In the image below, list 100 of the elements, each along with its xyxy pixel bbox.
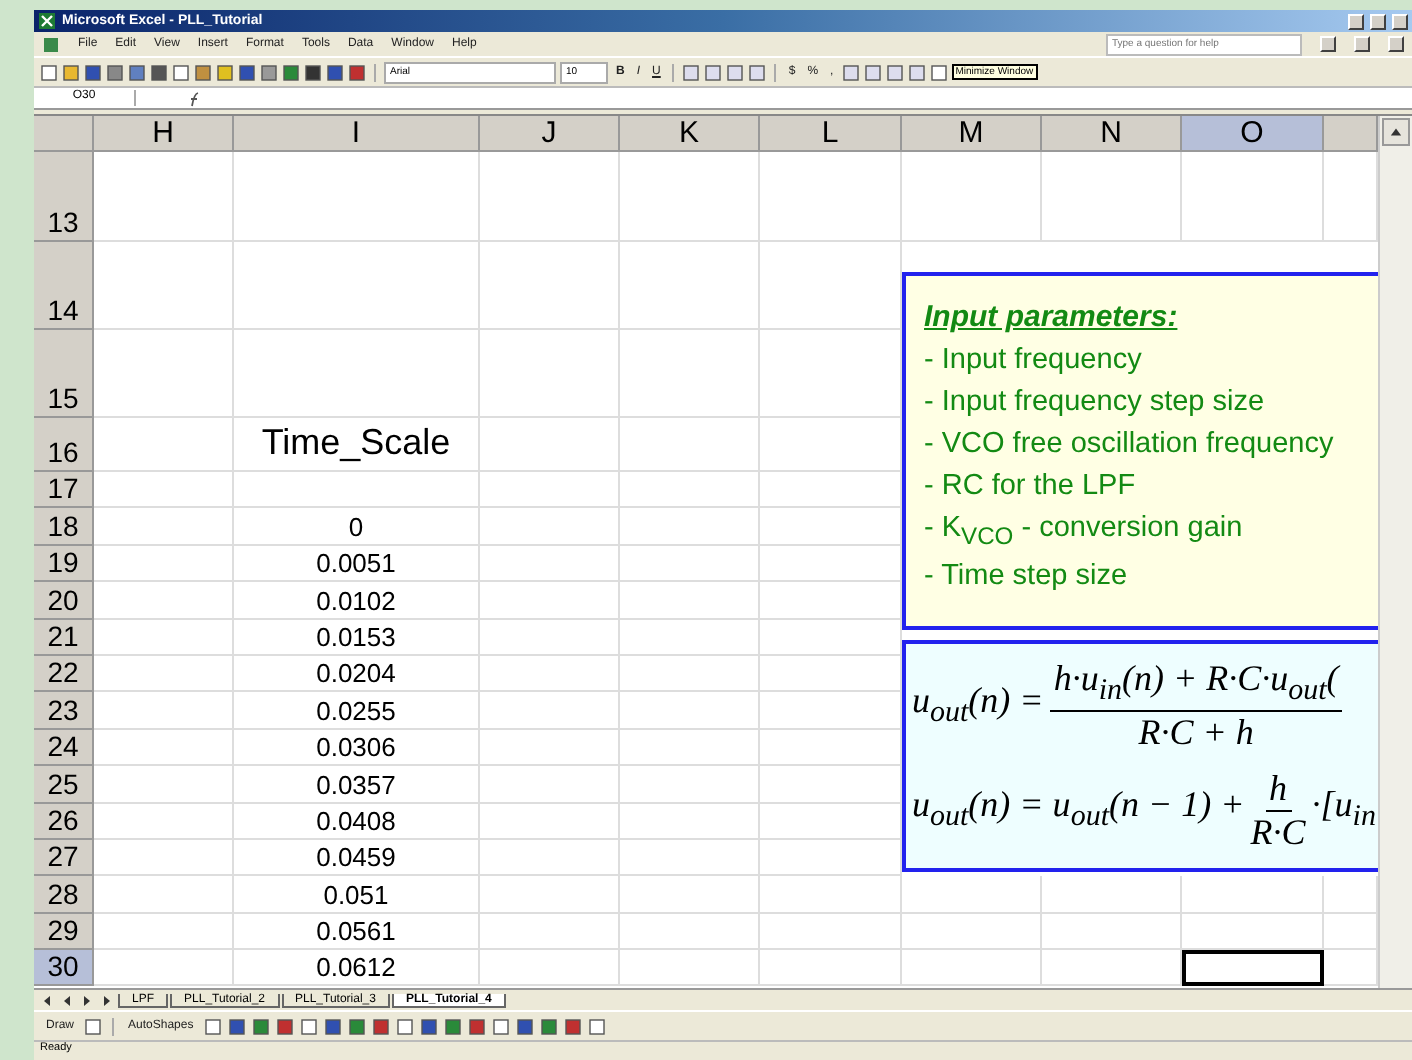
table-cell[interactable] — [94, 950, 234, 987]
table-cell[interactable] — [760, 913, 902, 951]
table-cell[interactable] — [234, 242, 480, 330]
table-cell[interactable] — [620, 619, 760, 656]
table-cell[interactable] — [480, 766, 620, 804]
table-cell[interactable] — [1042, 950, 1182, 987]
restore-button[interactable] — [1354, 36, 1370, 52]
decrease-decimal-icon[interactable] — [863, 63, 882, 81]
row-header[interactable]: 27 — [34, 839, 94, 877]
table-cell[interactable] — [94, 876, 234, 914]
table-cell[interactable] — [480, 545, 620, 583]
table-cell[interactable]: 0.0561 — [234, 913, 480, 951]
row-header[interactable]: 17 — [34, 472, 94, 509]
table-cell[interactable] — [94, 242, 234, 330]
table-cell[interactable] — [620, 913, 760, 951]
table-cell[interactable] — [480, 330, 620, 418]
row-header[interactable]: 25 — [34, 766, 94, 804]
table-cell[interactable] — [620, 839, 760, 877]
table-cell[interactable] — [480, 152, 620, 242]
folder-icon[interactable] — [62, 63, 80, 81]
table-cell[interactable] — [620, 655, 760, 693]
row-header[interactable]: 24 — [34, 729, 94, 767]
table-cell[interactable] — [94, 330, 234, 418]
line-style-icon[interactable] — [491, 1017, 510, 1035]
table-cell[interactable] — [234, 472, 480, 509]
table-cell[interactable] — [620, 152, 760, 242]
table-cell[interactable] — [94, 655, 234, 693]
column-header[interactable]: L — [760, 116, 902, 152]
sigma-icon[interactable] — [304, 63, 322, 81]
select-all-corner[interactable] — [34, 116, 94, 152]
row-header[interactable]: 16 — [34, 418, 94, 472]
globe-icon[interactable] — [282, 63, 300, 81]
table-cell[interactable]: 0.0204 — [234, 655, 480, 693]
table-cell[interactable] — [94, 913, 234, 951]
table-cell[interactable] — [620, 876, 760, 914]
maximize-button[interactable] — [1370, 13, 1386, 29]
table-cell[interactable] — [94, 508, 234, 546]
align-right-icon[interactable] — [726, 63, 745, 81]
font-color-icon[interactable] — [467, 1017, 486, 1035]
table-cell[interactable]: 0.0612 — [234, 950, 480, 987]
selected-cell[interactable] — [1182, 950, 1324, 987]
table-cell[interactable]: 0.0306 — [234, 729, 480, 767]
row-header[interactable]: 28 — [34, 876, 94, 914]
borders-icon[interactable] — [929, 63, 948, 81]
table-cell[interactable]: 0.0357 — [234, 766, 480, 804]
pointer-icon[interactable] — [84, 1017, 103, 1035]
table-cell[interactable] — [620, 418, 760, 472]
merge-cells-icon[interactable] — [748, 63, 767, 81]
table-cell[interactable] — [620, 330, 760, 418]
table-cell[interactable] — [620, 692, 760, 730]
table-cell[interactable] — [902, 152, 1042, 242]
row-header[interactable]: 22 — [34, 655, 94, 693]
table-cell[interactable] — [480, 950, 620, 987]
fill-color-icon[interactable] — [419, 1017, 438, 1035]
table-cell[interactable]: 0.051 — [234, 876, 480, 914]
table-cell[interactable] — [480, 839, 620, 877]
table-cell[interactable] — [760, 876, 902, 914]
table-cell[interactable] — [620, 766, 760, 804]
table-cell[interactable] — [480, 913, 620, 951]
row-header[interactable]: 26 — [34, 803, 94, 840]
align-left-icon[interactable] — [682, 63, 701, 81]
arrow-style-icon[interactable] — [539, 1017, 558, 1035]
table-cell[interactable] — [1042, 152, 1182, 242]
diagram-icon[interactable] — [347, 1017, 366, 1035]
table-cell[interactable] — [480, 242, 620, 330]
table-cell[interactable]: 0.0255 — [234, 692, 480, 730]
table-cell[interactable]: 0.0408 — [234, 803, 480, 840]
table-cell[interactable] — [1042, 913, 1182, 951]
shadow-icon[interactable] — [563, 1017, 582, 1035]
chart-icon[interactable] — [348, 63, 366, 81]
column-header[interactable]: M — [902, 116, 1042, 152]
column-header[interactable]: H — [94, 116, 234, 152]
new-document-icon[interactable] — [40, 63, 58, 81]
table-cell[interactable] — [480, 729, 620, 767]
row-header[interactable]: 20 — [34, 582, 94, 620]
table-cell[interactable] — [1042, 876, 1182, 914]
table-cell[interactable] — [480, 508, 620, 546]
column-header[interactable]: K — [620, 116, 760, 152]
row-header[interactable]: 23 — [34, 692, 94, 730]
table-cell[interactable] — [480, 803, 620, 840]
clip-art-icon[interactable] — [371, 1017, 390, 1035]
table-cell[interactable] — [760, 950, 902, 987]
vertical-scrollbar[interactable] — [1378, 116, 1412, 988]
table-cell[interactable] — [480, 692, 620, 730]
table-cell[interactable] — [94, 803, 234, 840]
table-cell[interactable] — [902, 950, 1042, 987]
wordart-icon[interactable] — [323, 1017, 342, 1035]
table-cell[interactable] — [620, 803, 760, 840]
increase-decimal-icon[interactable] — [841, 63, 860, 81]
table-cell[interactable] — [1182, 913, 1324, 951]
table-cell[interactable] — [234, 152, 480, 242]
table-cell[interactable] — [94, 619, 234, 656]
table-cell[interactable] — [902, 913, 1042, 951]
function-icon[interactable] — [186, 89, 204, 107]
table-cell[interactable] — [620, 582, 760, 620]
brush-icon[interactable] — [216, 63, 234, 81]
row-header[interactable]: 18 — [34, 508, 94, 546]
table-cell[interactable]: Time_Scale — [234, 418, 480, 472]
outdent-icon[interactable] — [907, 63, 926, 81]
column-header[interactable]: I — [234, 116, 480, 152]
